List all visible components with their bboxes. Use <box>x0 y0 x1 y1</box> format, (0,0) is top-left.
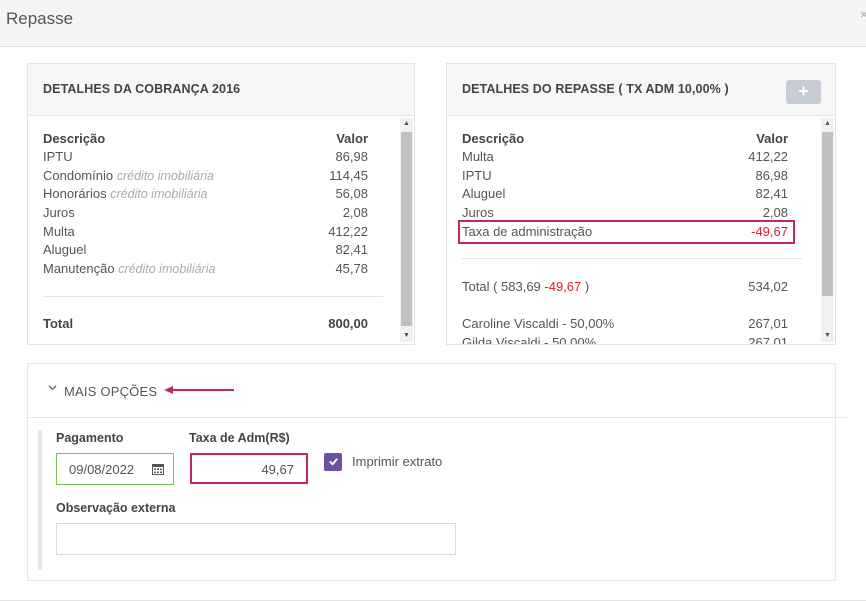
row-value: 2,08 <box>342 205 368 220</box>
scroll-down-icon[interactable]: ▼ <box>821 330 834 342</box>
owner-row: Gilda Viscaldi - 50,00% 267,01 <box>462 335 788 344</box>
observacao-externa-field[interactable] <box>56 523 456 555</box>
divider <box>462 258 802 259</box>
modal-header: Repasse × <box>0 0 866 47</box>
more-options-section: MAIS OPÇÕES Pagamento Taxa de Adm(R$) 09… <box>27 363 847 581</box>
modal-title: Repasse <box>6 9 74 28</box>
col-descricao: Descrição <box>462 131 525 146</box>
imprimir-extrato-label[interactable]: Imprimir extrato <box>352 454 442 469</box>
admin-fee-highlight <box>458 220 795 244</box>
observacao-label: Observação externa <box>56 501 176 515</box>
row-note: crédito imobiliária <box>118 262 216 276</box>
owner-value: 267,01 <box>748 316 788 331</box>
pagamento-label: Pagamento <box>56 431 124 445</box>
row-desc: Juros <box>462 205 494 220</box>
row-value: 86,98 <box>755 168 788 183</box>
more-options-header[interactable]: MAIS OPÇÕES <box>28 364 847 418</box>
row-desc: Condomínio <box>43 168 114 183</box>
scroll-up-icon[interactable]: ▲ <box>821 118 834 130</box>
total-value: 534,02 <box>748 279 788 294</box>
table-row: Honorários crédito imobiliária 56,08 <box>43 186 368 204</box>
col-valor: Valor <box>756 131 788 146</box>
row-desc: Manutenção <box>43 261 115 276</box>
table-row: Multa 412,22 <box>462 149 788 167</box>
row-desc: Juros <box>43 205 75 220</box>
repasse-scroll-area[interactable]: Descrição Valor Multa 412,22 IPTU 86,98 … <box>447 116 835 344</box>
owner-value: 267,01 <box>748 335 788 344</box>
row-value: 86,98 <box>335 149 368 164</box>
checkmark-icon <box>328 458 338 466</box>
row-desc: IPTU <box>462 168 492 183</box>
row-note: crédito imobiliária <box>116 169 214 183</box>
row-desc: Aluguel <box>462 186 506 201</box>
col-valor: Valor <box>336 131 368 146</box>
table-row: IPTU 86,98 <box>462 168 788 186</box>
table-row: Condomínio crédito imobiliária 114,45 <box>43 168 368 186</box>
cobranca-panel-title: DETALHES DA COBRANÇA 2016 <box>43 82 241 96</box>
pagamento-date-value: 09/08/2022 <box>69 462 135 477</box>
cobranca-scroll-area[interactable]: Descrição Valor IPTU 86,98 Condomínio cr… <box>28 116 414 344</box>
scroll-thumb[interactable] <box>401 132 412 326</box>
row-desc: Aluguel <box>43 242 87 257</box>
row-desc: IPTU <box>43 149 73 164</box>
row-value: 2,08 <box>762 205 788 220</box>
row-value: 45,78 <box>335 261 368 276</box>
row-value: 56,08 <box>335 186 368 201</box>
scroll-thumb[interactable] <box>822 132 833 296</box>
row-desc: Honorários <box>43 186 107 201</box>
taxa-adm-input[interactable]: 49,67 <box>190 453 308 484</box>
options-left-border <box>38 430 42 570</box>
row-value: 114,45 <box>329 168 368 183</box>
annotation-arrow-icon <box>164 386 234 394</box>
col-descricao: Descrição <box>43 131 106 146</box>
close-icon[interactable]: × <box>860 6 866 22</box>
repasse-panel-header: DETALHES DO REPASSE ( TX ADM 10,00% ) + <box>447 64 835 116</box>
table-row: Manutenção crédito imobiliária 45,78 <box>43 261 368 279</box>
divider <box>43 296 383 297</box>
cobranca-panel-header: DETALHES DA COBRANÇA 2016 <box>28 64 414 116</box>
row-value: 82,41 <box>755 186 788 201</box>
repasse-total-row: Total ( 583,69 -49,67 ) 534,02 <box>462 279 788 297</box>
row-value: 412,22 <box>748 149 788 164</box>
row-note: crédito imobiliária <box>110 187 208 201</box>
scrollbar[interactable]: ▲ ▼ <box>821 118 834 342</box>
repasse-panel-title: DETALHES DO REPASSE ( TX ADM 10,00% ) <box>462 82 729 96</box>
owner-row: Caroline Viscaldi - 50,00% 267,01 <box>462 316 788 334</box>
total-prefix: Total ( 583,69 <box>462 279 545 294</box>
table-row: Aluguel 82,41 <box>462 186 788 204</box>
table-row: Aluguel 82,41 <box>43 242 368 260</box>
total-label: Total <box>43 316 74 331</box>
imprimir-extrato-checkbox[interactable] <box>324 453 342 471</box>
total-negative: -49,67 <box>544 279 582 294</box>
scroll-up-icon[interactable]: ▲ <box>400 118 413 130</box>
row-desc: Multa <box>462 149 494 164</box>
owner-name: Caroline Viscaldi - 50,00% <box>462 316 615 331</box>
add-button[interactable]: + <box>786 80 821 104</box>
row-desc: Multa <box>43 224 75 239</box>
calendar-icon[interactable] <box>152 463 164 475</box>
total-suffix: ) <box>581 279 590 294</box>
table-row: IPTU 86,98 <box>43 149 368 167</box>
scroll-down-icon[interactable]: ▼ <box>400 330 413 342</box>
table-row: Multa 412,22 <box>43 224 368 242</box>
table-row: Juros 2,08 <box>43 205 368 223</box>
more-options-title[interactable]: MAIS OPÇÕES <box>64 384 157 399</box>
cobranca-header-row: Descrição Valor <box>43 131 368 149</box>
scrollbar[interactable]: ▲ ▼ <box>400 118 413 342</box>
pagamento-date-field[interactable]: 09/08/2022 <box>56 453 174 485</box>
taxa-adm-value: 49,67 <box>261 462 294 477</box>
repasse-header-row: Descrição Valor <box>462 131 788 149</box>
row-value: 82,41 <box>335 242 368 257</box>
chevron-down-icon[interactable] <box>48 383 57 395</box>
taxa-adm-label: Taxa de Adm(R$) <box>189 431 290 445</box>
cobranca-panel: DETALHES DA COBRANÇA 2016 Descrição Valo… <box>27 63 415 345</box>
owner-name: Gilda Viscaldi - 50,00% <box>462 335 597 344</box>
row-value: 412,22 <box>328 224 368 239</box>
repasse-panel: DETALHES DO REPASSE ( TX ADM 10,00% ) + … <box>446 63 836 345</box>
total-row: Total 800,00 <box>43 316 368 334</box>
total-value: 800,00 <box>328 316 368 331</box>
